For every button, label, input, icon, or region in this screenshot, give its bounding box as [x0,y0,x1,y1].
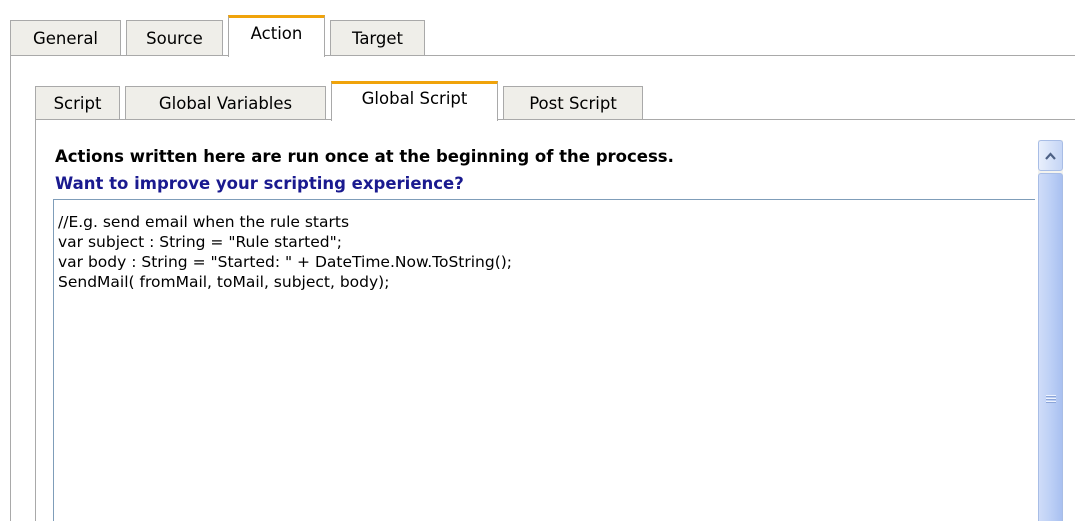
tab-target[interactable]: Target [330,20,425,56]
tab-general[interactable]: General [10,20,121,56]
chevron-up-icon [1045,151,1056,160]
tab-global-variables[interactable]: Global Variables [125,86,326,120]
scrollbar-thumb[interactable] [1038,173,1063,521]
tab-post-script[interactable]: Post Script [503,86,643,120]
tab-script[interactable]: Script [35,86,120,120]
rule-editor-page: General Source Action Target Script Glob… [0,0,1075,521]
code-line: //E.g. send email when the rule starts [58,213,350,231]
improve-scripting-link[interactable]: Want to improve your scripting experienc… [55,174,464,193]
tab-global-script[interactable]: Global Script [331,81,498,121]
code-line: var subject : String = "Rule started"; [58,233,342,251]
inner-tab-bar: Script Global Variables Global Script Po… [35,80,648,121]
code-line: SendMail( fromMail, toMail, subject, bod… [58,273,390,291]
script-editor[interactable]: //E.g. send email when the rule starts v… [53,199,1035,521]
outer-tab-bar: General Source Action Target [10,14,430,57]
info-text: Actions written here are run once at the… [55,147,674,166]
vertical-scrollbar[interactable] [1038,140,1063,521]
grip-lines-icon [1046,395,1056,403]
scroll-up-button[interactable] [1038,140,1063,171]
code-line: var body : String = "Started: " + DateTi… [58,253,513,271]
tab-action[interactable]: Action [228,15,325,57]
tab-source[interactable]: Source [126,20,223,56]
script-code[interactable]: //E.g. send email when the rule starts v… [58,212,512,292]
